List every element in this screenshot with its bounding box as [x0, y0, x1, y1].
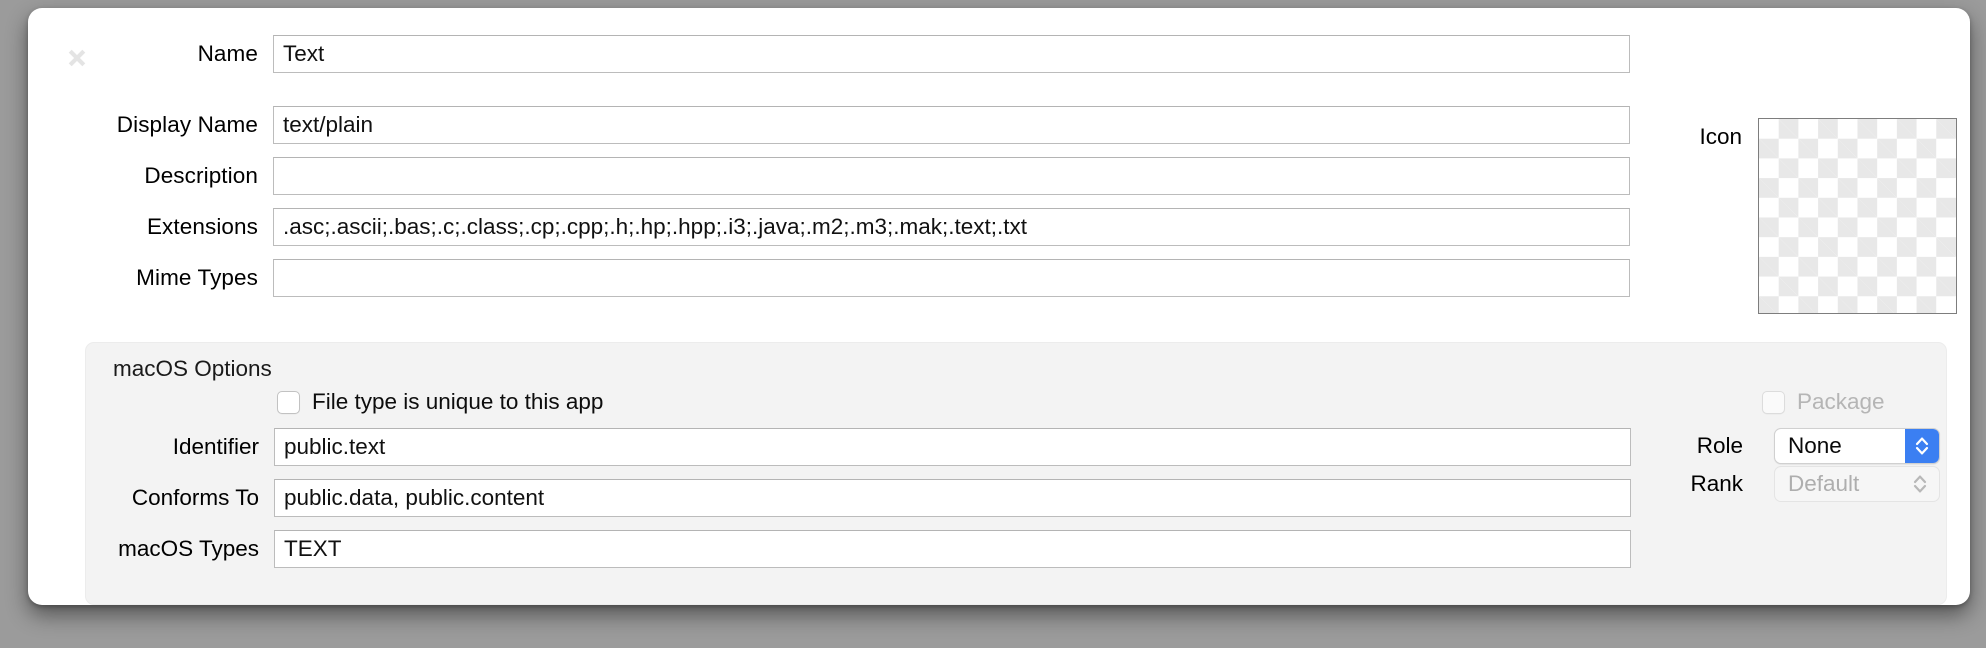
role-dropdown[interactable]: None	[1774, 428, 1940, 464]
file-type-unique-label: File type is unique to this app	[312, 389, 604, 414]
macos-types-input[interactable]: TEXT	[274, 530, 1631, 568]
description-input[interactable]	[273, 157, 1630, 195]
extensions-label: Extensions	[146, 214, 258, 239]
macos-options-group: macOS Options File type is unique to thi…	[85, 342, 1947, 605]
package-checkbox	[1762, 390, 1785, 414]
icon-label: Icon	[1699, 124, 1742, 149]
display-name-input[interactable]: text/plain	[273, 106, 1630, 144]
name-label: Name	[197, 41, 258, 66]
name-input[interactable]: Text	[273, 35, 1630, 73]
rank-label: Rank	[1690, 471, 1743, 496]
conforms-to-label: Conforms To	[131, 485, 259, 510]
mime-types-label: Mime Types	[136, 265, 258, 290]
conforms-to-input[interactable]: public.data, public.content	[274, 479, 1631, 517]
description-label: Description	[144, 163, 258, 188]
role-label: Role	[1696, 433, 1743, 458]
mime-types-input[interactable]	[273, 259, 1630, 297]
icon-drop-well[interactable]	[1758, 118, 1957, 314]
rank-value: Default	[1788, 471, 1860, 496]
role-value: None	[1788, 433, 1842, 458]
macos-types-label: macOS Types	[118, 536, 259, 561]
package-label: Package	[1797, 389, 1885, 414]
identifier-label: Identifier	[172, 434, 259, 459]
file-type-unique-checkbox-row[interactable]: File type is unique to this app	[277, 389, 603, 415]
rank-dropdown: Default	[1774, 466, 1940, 502]
chevron-up-down-icon[interactable]	[1905, 429, 1939, 463]
file-type-editor-window: Name Text Display Name text/plain Descri…	[28, 8, 1970, 605]
package-checkbox-row: Package	[1762, 389, 1885, 415]
identifier-input[interactable]: public.text	[274, 428, 1631, 466]
file-type-unique-checkbox[interactable]	[277, 390, 300, 414]
macos-options-title: macOS Options	[113, 356, 272, 381]
chevron-up-down-icon-disabled	[1907, 467, 1933, 501]
display-name-label: Display Name	[116, 112, 258, 137]
extensions-input[interactable]: .asc;.ascii;.bas;.c;.class;.cp;.cpp;.h;.…	[273, 208, 1630, 246]
